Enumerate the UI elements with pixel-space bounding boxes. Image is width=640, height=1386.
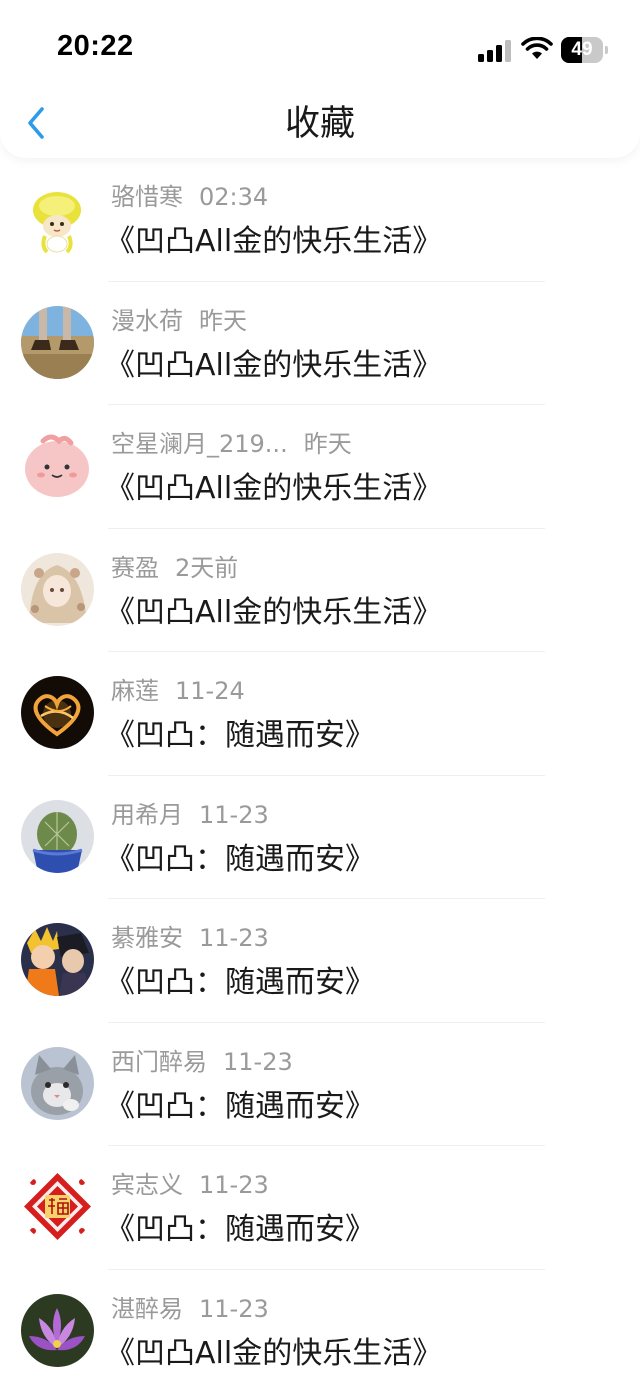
cactus-avatar[interactable] bbox=[21, 799, 94, 873]
user-name[interactable]: 漫水荷 bbox=[111, 307, 183, 335]
item-meta: 麻莲 11-24 bbox=[111, 675, 245, 707]
favorite-time: 02:34 bbox=[199, 183, 269, 211]
user-name[interactable]: 西门醉易 bbox=[111, 1048, 207, 1076]
purple-lotus-avatar[interactable] bbox=[21, 1293, 94, 1367]
list-item[interactable]: 空星澜月_219... 昨天 《凹凸All金的快乐生活》 bbox=[0, 405, 640, 529]
item-meta: 綦雅安 11-23 bbox=[111, 922, 269, 954]
user-name[interactable]: 空星澜月_219... bbox=[111, 430, 288, 458]
signal-icon bbox=[478, 40, 511, 62]
item-meta: 湛醉易 11-23 bbox=[111, 1293, 269, 1325]
favorite-time: 11-23 bbox=[223, 1047, 293, 1076]
list-item[interactable]: 宾志义 11-23 《凹凸：随遇而安》 bbox=[0, 1146, 640, 1270]
list-item[interactable]: 西门醉易 11-23 《凹凸：随遇而安》 bbox=[0, 1023, 640, 1146]
list-item[interactable]: 綦雅安 11-23 《凹凸：随遇而安》 bbox=[0, 899, 640, 1023]
yellow-jellyfish-avatar[interactable] bbox=[21, 182, 94, 255]
boots-on-ground-avatar[interactable] bbox=[21, 305, 94, 379]
wifi-icon bbox=[521, 37, 553, 59]
list-item[interactable]: 骆惜寒 02:34 《凹凸All金的快乐生活》 bbox=[0, 158, 640, 282]
user-name[interactable]: 綦雅安 bbox=[111, 924, 183, 952]
favorite-time: 11-23 bbox=[199, 1171, 269, 1199]
favorite-time: 昨天 bbox=[199, 306, 247, 335]
item-title[interactable]: 《凹凸All金的快乐生活》 bbox=[105, 593, 442, 633]
item-title[interactable]: 《凹凸All金的快乐生活》 bbox=[105, 1334, 442, 1374]
item-title[interactable]: 《凹凸：随遇而安》 bbox=[105, 963, 375, 1003]
item-title[interactable]: 《凹凸All金的快乐生活》 bbox=[105, 222, 442, 262]
page-title: 收藏 bbox=[284, 104, 355, 144]
item-title[interactable]: 《凹凸：随遇而安》 bbox=[105, 1087, 375, 1127]
user-name[interactable]: 湛醉易 bbox=[111, 1295, 183, 1323]
battery-level: 49 bbox=[571, 39, 593, 60]
item-title[interactable]: 《凹凸All金的快乐生活》 bbox=[105, 469, 442, 509]
pink-blob-avatar[interactable] bbox=[21, 429, 94, 502]
favorite-time: 11-23 bbox=[199, 1294, 269, 1323]
item-title[interactable]: 《凹凸All金的快乐生活》 bbox=[105, 346, 442, 386]
item-meta: 空星澜月_219... 昨天 bbox=[111, 428, 352, 460]
user-name[interactable]: 麻莲 bbox=[111, 677, 159, 705]
item-meta: 漫水荷 昨天 bbox=[111, 305, 247, 337]
favorite-time: 11-23 bbox=[199, 800, 269, 829]
favorite-time: 昨天 bbox=[303, 430, 352, 458]
favorite-time: 11-24 bbox=[175, 677, 245, 705]
fu-character-avatar[interactable] bbox=[21, 1170, 94, 1243]
item-meta: 用希月 11-23 bbox=[111, 799, 269, 831]
favorite-time: 11-23 bbox=[199, 924, 269, 952]
list-item[interactable]: 漫水荷 昨天 《凹凸All金的快乐生活》 bbox=[0, 282, 640, 405]
anime-duo-avatar[interactable] bbox=[21, 923, 94, 996]
favorites-screen: 20:22 49 收藏 骆惜寒 02:34 《凹凸All金的快乐生活》 漫水荷 … bbox=[0, 0, 640, 1386]
user-name[interactable]: 宾志义 bbox=[111, 1171, 183, 1199]
user-name[interactable]: 赛盈 bbox=[111, 554, 159, 582]
user-name[interactable]: 用希月 bbox=[111, 801, 183, 829]
favorites-list: 骆惜寒 02:34 《凹凸All金的快乐生活》 漫水荷 昨天 《凹凸All金的快乐生… bbox=[0, 158, 640, 1386]
item-meta: 骆惜寒 02:34 bbox=[111, 181, 268, 213]
user-name[interactable]: 骆惜寒 bbox=[111, 183, 183, 211]
list-item[interactable]: 湛醉易 11-23 《凹凸All金的快乐生活》 bbox=[0, 1270, 640, 1386]
battery-icon: 49 bbox=[561, 37, 609, 63]
list-item[interactable]: 用希月 11-23 《凹凸：随遇而安》 bbox=[0, 776, 640, 899]
item-title[interactable]: 《凹凸：随遇而安》 bbox=[105, 840, 375, 880]
list-item[interactable]: 麻莲 11-24 《凹凸：随遇而安》 bbox=[0, 652, 640, 776]
item-meta: 宾志义 11-23 bbox=[111, 1169, 269, 1201]
status-time: 20:22 bbox=[57, 30, 134, 62]
item-title[interactable]: 《凹凸：随遇而安》 bbox=[105, 1210, 375, 1250]
anime-girl-avatar[interactable] bbox=[21, 552, 94, 626]
favorite-time: 2天前 bbox=[175, 553, 239, 582]
cat-avatar[interactable] bbox=[21, 1046, 94, 1120]
light-heart-avatar[interactable] bbox=[21, 676, 94, 749]
header: 20:22 49 收藏 bbox=[0, 0, 640, 158]
item-title[interactable]: 《凹凸：随遇而安》 bbox=[105, 716, 375, 756]
list-item[interactable]: 赛盈 2天前 《凹凸All金的快乐生活》 bbox=[0, 529, 640, 652]
item-meta: 赛盈 2天前 bbox=[111, 552, 238, 584]
item-meta: 西门醉易 11-23 bbox=[111, 1046, 293, 1078]
